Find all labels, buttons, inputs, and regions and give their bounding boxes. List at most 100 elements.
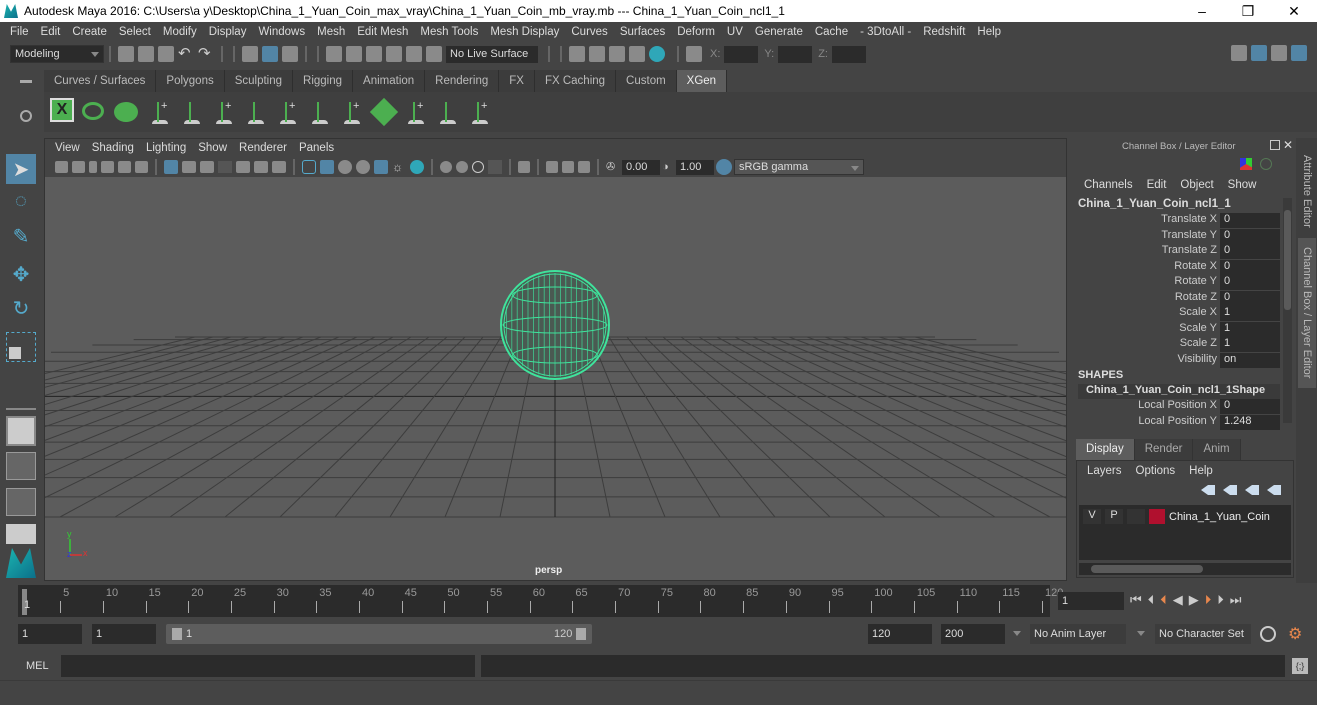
channel-row[interactable]: Local Position X0	[1070, 399, 1285, 414]
channel-value-input[interactable]: 0	[1220, 275, 1280, 290]
depth-of-field-icon[interactable]	[472, 161, 484, 173]
menu-uv[interactable]: UV	[721, 26, 749, 38]
paint-select-tool-icon[interactable]: ✎	[6, 224, 36, 254]
shelf-tab-fx[interactable]: FX	[499, 70, 535, 92]
image-plane-icon[interactable]	[101, 161, 114, 173]
new-layer-selected-icon[interactable]	[1267, 485, 1281, 495]
wireframe-icon[interactable]	[302, 160, 316, 174]
character-set-dropdown[interactable]: No Character Set	[1155, 624, 1251, 644]
script-editor-icon[interactable]: {;}	[1292, 658, 1308, 674]
channel-box-scrollbar[interactable]	[1283, 198, 1292, 423]
menu-curves[interactable]: Curves	[565, 26, 613, 38]
shelf-tab-rigging[interactable]: Rigging	[293, 70, 354, 92]
maximize-button[interactable]: ❐	[1225, 0, 1271, 22]
shelf-tab-fx-caching[interactable]: FX Caching	[534, 70, 617, 92]
new-scene-icon[interactable]	[118, 46, 134, 62]
select-hierarchy-icon[interactable]	[242, 46, 258, 62]
undo-icon[interactable]: ↶	[178, 46, 194, 62]
channel-row[interactable]: Translate Y0	[1070, 228, 1285, 244]
render-settings-icon[interactable]	[629, 46, 645, 62]
tool-settings-toggle-icon[interactable]	[1271, 45, 1287, 61]
render-current-frame-icon[interactable]	[589, 46, 605, 62]
shelf-tab-custom[interactable]: Custom	[616, 70, 677, 92]
hypershade-icon[interactable]	[649, 46, 665, 62]
close-button[interactable]: ✕	[1271, 0, 1317, 22]
field-chart-icon[interactable]	[236, 161, 250, 173]
step-forward-key-icon[interactable]: ⏵	[1205, 592, 1212, 608]
channel-value-input[interactable]: 1.248	[1220, 414, 1280, 430]
resolution-gate-icon[interactable]	[200, 161, 214, 173]
channel-row[interactable]: Rotate Y0	[1070, 275, 1285, 290]
channel-value-input[interactable]: 0	[1220, 228, 1280, 244]
command-input[interactable]	[61, 655, 475, 677]
chevron-down-icon[interactable]	[1137, 631, 1145, 636]
snap-view-plane-icon[interactable]	[406, 46, 422, 62]
layer-menu-help[interactable]: Help	[1189, 465, 1213, 477]
attribute-editor-tab[interactable]: Attribute Editor	[1298, 146, 1316, 236]
outliner-persp-layout-icon[interactable]	[6, 488, 36, 516]
select-object-icon[interactable]	[262, 46, 278, 62]
viewport-menu-view[interactable]: View	[49, 142, 86, 154]
animation-preferences-icon[interactable]: ⚙	[1288, 624, 1302, 644]
safe-action-icon[interactable]	[254, 161, 268, 173]
shadows-icon[interactable]: ☼	[392, 160, 406, 174]
menu-file[interactable]: File	[4, 26, 35, 38]
delete-description-icon[interactable]	[114, 98, 142, 126]
manipulator-axis-icon[interactable]	[1240, 158, 1252, 170]
channel-value-input[interactable]: 0	[1220, 244, 1280, 259]
menu-help[interactable]: Help	[971, 26, 1007, 38]
channel-menu-channels[interactable]: Channels	[1084, 179, 1133, 191]
close-panel-icon[interactable]: ✕	[1283, 138, 1293, 152]
channel-value-input[interactable]: 1	[1220, 321, 1280, 337]
channel-row[interactable]: Translate X0	[1070, 213, 1285, 228]
create-description-icon[interactable]	[82, 98, 110, 126]
color-space-dropdown[interactable]: sRGB gamma	[734, 159, 864, 175]
four-view-layout-icon[interactable]	[6, 452, 36, 480]
ambient-occlusion-icon[interactable]	[410, 160, 424, 174]
gamma-input[interactable]: 1.00	[676, 159, 714, 175]
make-live-icon[interactable]	[426, 46, 442, 62]
viewport-persp[interactable]: View Shading Lighting Show Renderer Panels ☼	[44, 138, 1067, 581]
single-perspective-layout-icon[interactable]	[6, 416, 36, 446]
snap-projected-center-icon[interactable]	[386, 46, 402, 62]
key-icon[interactable]	[1260, 158, 1272, 170]
snap-grid-icon[interactable]	[326, 46, 342, 62]
channel-row[interactable]: Scale X1	[1070, 306, 1285, 321]
channel-row[interactable]: Visibility on	[1070, 352, 1285, 368]
menu-modify[interactable]: Modify	[157, 26, 203, 38]
layer-playback-toggle[interactable]: P	[1105, 509, 1123, 524]
layer-menu-layers[interactable]: Layers	[1087, 465, 1122, 477]
go-to-end-icon[interactable]: ⏭	[1230, 592, 1242, 608]
grease-pencil-icon[interactable]	[135, 161, 148, 173]
isolate-select-icon[interactable]	[488, 160, 502, 174]
add-guide-icon[interactable]: +	[210, 98, 238, 126]
step-back-key-icon[interactable]: ⏴	[1160, 592, 1167, 608]
auto-key-icon[interactable]	[1260, 626, 1276, 642]
anim-layer-dropdown[interactable]: No Anim Layer	[1030, 624, 1126, 644]
film-gate-icon[interactable]	[182, 161, 196, 173]
menu-deform[interactable]: Deform	[671, 26, 721, 38]
redo-icon[interactable]: ↷	[198, 46, 214, 62]
lock-guide-icon[interactable]: +	[274, 98, 302, 126]
sculpt-guides-icon[interactable]	[178, 98, 206, 126]
range-start-handle[interactable]	[172, 628, 182, 640]
channel-value-input[interactable]: 0	[1220, 259, 1280, 275]
channel-row[interactable]: Scale Y1	[1070, 321, 1285, 337]
scale-tool-icon[interactable]	[6, 332, 36, 362]
live-surface-field[interactable]: No Live Surface	[446, 45, 538, 63]
rotate-tool-icon[interactable]: ↻	[6, 296, 36, 326]
layer-visibility-toggle[interactable]: V	[1083, 509, 1101, 524]
playback-start-input[interactable]: 1	[92, 624, 156, 644]
motion-blur-icon[interactable]	[440, 161, 452, 173]
menu-mesh[interactable]: Mesh	[311, 26, 351, 38]
start-frame-input[interactable]: 1	[18, 624, 82, 644]
xray-active-components-icon[interactable]	[562, 161, 574, 173]
xray-joints-icon[interactable]	[546, 161, 558, 173]
channel-row[interactable]: Rotate Z0	[1070, 290, 1285, 306]
scrollbar-thumb[interactable]	[1284, 210, 1291, 310]
coin-object[interactable]	[500, 270, 610, 380]
menu-windows[interactable]: Windows	[252, 26, 311, 38]
backface-culling-icon[interactable]	[578, 161, 590, 173]
bookmark-icon[interactable]	[89, 161, 97, 173]
step-forward-frame-icon[interactable]: ⏵	[1217, 592, 1224, 608]
